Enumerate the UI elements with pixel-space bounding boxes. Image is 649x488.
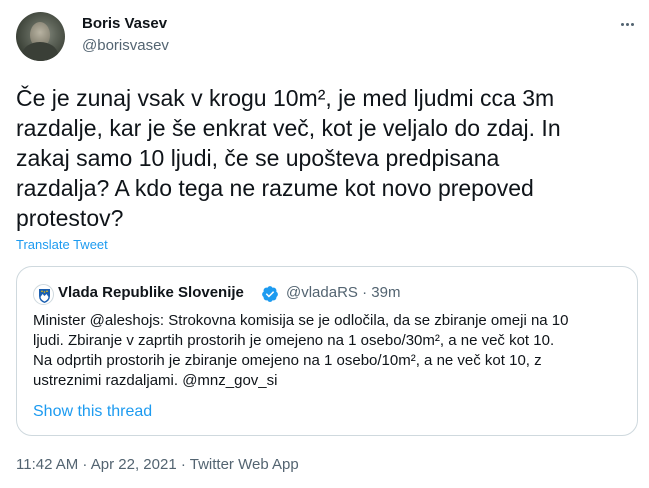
tweet-text-line: razdalja? A kdo tega ne razume kot novo … — [16, 175, 534, 201]
quoted-text-line: ljudi. Zbiranje v zaprtih prostorih je o… — [33, 332, 555, 349]
coat-of-arms-icon — [39, 289, 50, 303]
tweet-date-link[interactable]: Apr 22, 2021 — [91, 456, 177, 473]
quoted-text-line: Minister @aleshojs: Strokovna komisija s… — [33, 312, 569, 329]
quoted-author-handle[interactable]: @vladaRS — [286, 284, 358, 301]
quoted-tweet[interactable]: Vlada Republike Slovenije @vladaRS · 39m… — [16, 266, 638, 436]
tweet-text-line: zakaj samo 10 ljudi, če se upošteva pred… — [16, 145, 500, 171]
meta-separator: · — [362, 284, 368, 301]
tweet-time-link[interactable]: 11:42 AM — [16, 456, 78, 473]
footer-separator: · — [78, 456, 91, 473]
tweet-text-line: protestov? — [16, 205, 124, 231]
more-dot — [625, 22, 629, 26]
quoted-timestamp[interactable]: 39m — [371, 284, 400, 301]
tweet-footer: 11:42 AM · Apr 22, 2021 · Twitter Web Ap… — [16, 456, 299, 473]
author-name[interactable]: Boris Vasev — [82, 15, 167, 32]
more-dot — [630, 22, 634, 26]
tweet-text-line: Če je zunaj vsak v krogu 10m², je med lj… — [16, 85, 555, 111]
show-thread-link[interactable]: Show this thread — [33, 403, 152, 421]
author-handle[interactable]: @borisvasev — [82, 37, 169, 54]
footer-separator: · — [176, 456, 190, 473]
quoted-author-name[interactable]: Vlada Republike Slovenije — [58, 284, 244, 301]
quoted-author-avatar — [33, 284, 54, 305]
quoted-text-line: Na odprtih prostorih je zbiranje omejeno… — [33, 352, 542, 369]
tweet-text: Če je zunaj vsak v krogu 10m², je med lj… — [16, 83, 616, 233]
quoted-tweet-text: Minister @aleshojs: Strokovna komisija s… — [33, 311, 629, 391]
author-avatar[interactable] — [16, 12, 65, 61]
translate-tweet-link[interactable]: Translate Tweet — [16, 237, 108, 252]
quoted-text-line: ustreznimi razdaljami. @mnz_gov_si — [33, 372, 278, 389]
verified-badge-icon — [262, 286, 278, 302]
tweet-text-line: razdalje, kar je še enkrat več, kot je v… — [16, 115, 561, 141]
more-dot — [620, 22, 624, 26]
more-horizontal-icon[interactable] — [616, 15, 638, 33]
tweet-source-link[interactable]: Twitter Web App — [190, 456, 299, 473]
quoted-meta: @vladaRS · 39m — [286, 284, 400, 301]
